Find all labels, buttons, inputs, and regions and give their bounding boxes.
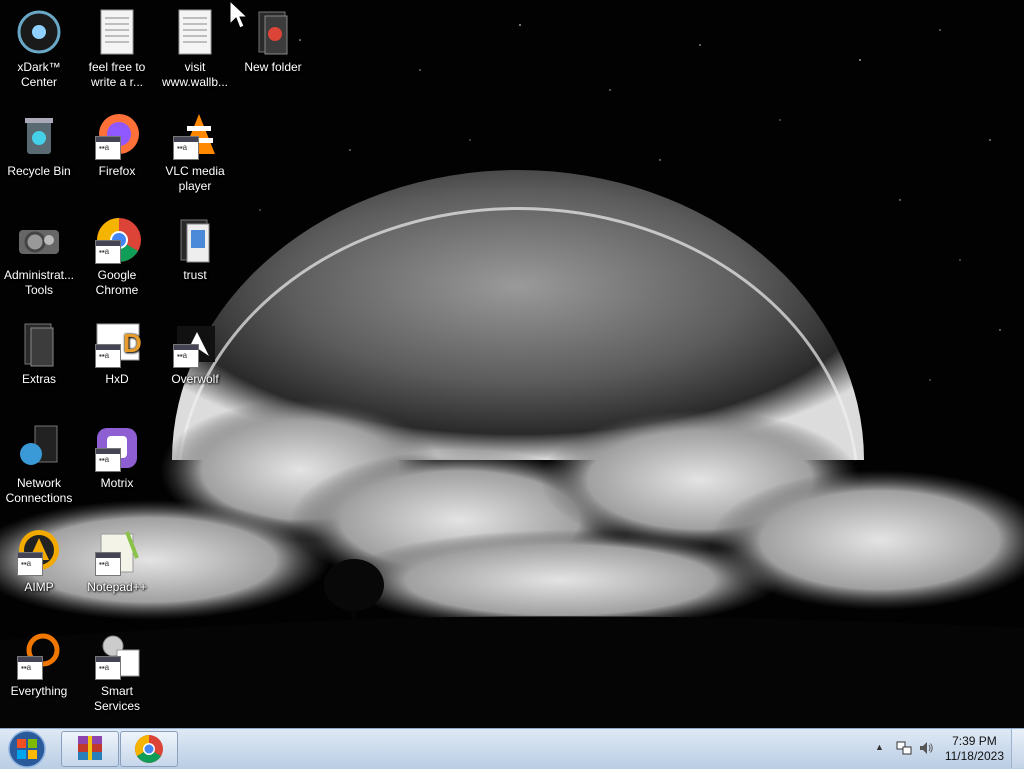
notepadpp-icon [93,528,141,576]
shortcut-overlay-icon [17,656,43,680]
clock-date: 11/18/2023 [944,749,1004,763]
svg-text:D: D [123,328,141,358]
vlc-icon [171,112,219,160]
desktop-icon-everything[interactable]: Everything [0,632,78,699]
desktop-icon-label: visit www.wallb... [161,60,229,89]
aimp-icon [15,528,63,576]
volume-icon[interactable] [918,740,934,756]
recycle-bin-icon [15,112,63,160]
xdark-icon [15,8,63,56]
winrar-icon [78,736,102,760]
firefox-icon [93,112,141,160]
desktop-icon-network-connections[interactable]: Network Connections [0,424,78,506]
desktop-icon-label: Notepad++ [87,580,147,594]
shortcut-overlay-icon [173,136,199,160]
shortcut-overlay-icon [95,552,121,576]
network-tray-icon[interactable] [896,740,912,756]
desktop-icon-label: trust [183,268,207,282]
desktop-icon-recycle-bin[interactable]: Recycle Bin [0,112,78,179]
overwolf-icon [171,320,219,368]
folder-icon [171,216,219,264]
shortcut-overlay-icon [17,552,43,576]
taskbar-chrome-button[interactable] [120,731,178,767]
hxd-icon: D [93,320,142,368]
desktop-icon-google-chrome[interactable]: Google Chrome [78,216,156,298]
desktop-icon-trust[interactable]: trust [156,216,234,283]
desktop-icon-hxd[interactable]: D HxD [78,320,156,387]
system-tray: ▲ 7:39 PM 11/18/2023 [864,729,1024,769]
text-file-icon [93,8,141,56]
shortcut-overlay-icon [95,448,121,472]
desktop-icon-label: xDark™ Center [17,60,61,89]
network-icon [15,424,63,472]
desktop-icon-label: HxD [105,372,129,386]
folder-icon [249,8,297,56]
desktop-icon-label: AIMP [24,580,54,594]
desktop-icon-firefox[interactable]: Firefox [78,112,156,179]
desktop-icon-label: New folder [244,60,302,74]
clock-time: 7:39 PM [952,734,997,748]
chrome-icon [93,216,141,264]
start-button[interactable] [4,730,50,768]
shortcut-overlay-icon [95,136,121,160]
desktop-icon-label: Overwolf [171,372,219,386]
everything-icon [15,632,63,680]
desktop-icon-motrix[interactable]: Motrix [78,424,156,491]
desktop-icon-label: Extras [21,372,56,386]
chrome-icon [135,735,163,763]
admin-tools-icon [15,216,63,264]
desktop-icon-label: VLC media player [165,164,225,193]
desktop-icon-administrative-tools[interactable]: Administrat... Tools [0,216,78,298]
desktop-icon-overwolf[interactable]: Overwolf [156,320,234,387]
show-desktop-button[interactable] [1011,729,1024,768]
tray-chevron-icon[interactable]: ▲ [875,742,884,752]
shortcut-overlay-icon [173,344,199,368]
desktop-icon-label: Administrat... Tools [3,268,75,297]
desktop-icon-label: Network Connections [5,476,73,505]
clock[interactable]: 7:39 PM 11/18/2023 [945,734,1004,764]
desktop-icon-label: Everything [10,684,68,698]
folder-icon [15,320,63,368]
desktop-icon-smart-services[interactable]: Smart Services [78,632,156,714]
motrix-icon [93,424,141,472]
desktop-icon-xdark-center[interactable]: xDark™ Center [0,8,78,90]
desktop-icon-label: Motrix [100,476,134,490]
shortcut-overlay-icon [95,656,121,680]
desktop-icon-label: feel free to write a r... [88,60,146,89]
desktop-icon-notepadpp[interactable]: Notepad++ [78,528,156,595]
desktop-icon-label: Google Chrome [95,268,139,297]
desktop-icon-aimp[interactable]: AIMP [0,528,78,595]
text-file-icon [171,8,219,56]
windows-orb-icon [8,730,46,768]
desktop-icon-extras[interactable]: Extras [0,320,78,387]
desktop: xDark™ Center Recycle Bin Administrat...… [0,0,1024,728]
shortcut-overlay-icon [95,240,121,264]
mouse-cursor-icon [229,0,249,29]
desktop-icon-label: Smart Services [93,684,140,713]
desktop-icon-text-file-visit[interactable]: visit www.wallb... [156,8,234,90]
shortcut-overlay-icon [95,344,121,368]
taskbar-winrar-button[interactable] [61,731,119,767]
desktop-icon-vlc[interactable]: VLC media player [156,112,234,194]
taskbar: ▲ 7:39 PM 11/18/2023 [0,728,1024,769]
desktop-icon-label: Recycle Bin [7,164,71,178]
desktop-icon-text-file-review[interactable]: feel free to write a r... [78,8,156,90]
desktop-icon-label: Firefox [98,164,136,178]
smart-services-icon [93,632,141,680]
